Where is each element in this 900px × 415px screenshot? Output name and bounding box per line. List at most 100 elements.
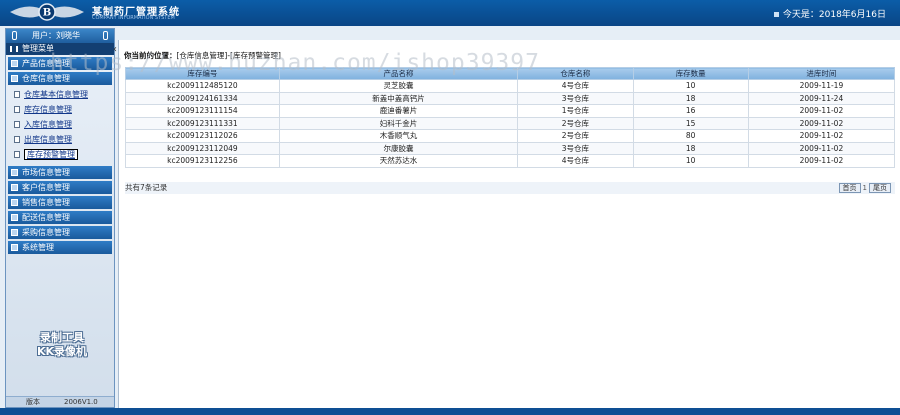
folder-icon (11, 244, 18, 251)
table-cell: 木香顺气丸 (278, 129, 519, 143)
table-cell: 2009-11-02 (747, 116, 896, 130)
table-cell: 3号仓库 (517, 141, 634, 155)
table-cell: kc2009123112256 (125, 154, 280, 168)
user-bar: 用户：刘晓华 (6, 29, 114, 43)
sidebar: 用户：刘晓华 管理菜单 产品信息管理 仓库信息管理 仓库基本信息管理 库存信息管… (5, 28, 115, 408)
table-cell: 2009-11-02 (747, 104, 896, 118)
pin-icon (12, 31, 17, 40)
folder-icon (11, 229, 18, 236)
folder-icon (11, 169, 18, 176)
menu-category-delivery[interactable]: 配送信息管理 (8, 211, 112, 224)
table-row: kc2009123111331 妇科千金片 2号仓库 15 2009-11-02 (125, 116, 896, 130)
table-cell: 15 (632, 116, 749, 130)
table-cell: 3号仓库 (517, 91, 634, 105)
header-bar: B 某制药厂管理系统 COMPANY INFORMATION SYSTEM 今天… (0, 0, 900, 26)
stock-warning-table: 库存编号 产品名称 仓库名称 库存数量 进库时间 kc2009112485120… (125, 67, 896, 168)
menu-category-label: 客户信息管理 (22, 183, 70, 192)
recorder-watermark-stamp: 录制工具 KK录像机 (24, 331, 100, 359)
table-cell: 18 (632, 91, 749, 105)
folder-icon (11, 199, 18, 206)
page-number[interactable]: 1 (863, 184, 867, 192)
menu-category-customer[interactable]: 客户信息管理 (8, 181, 112, 194)
menu-category-label: 市场信息管理 (22, 168, 70, 177)
document-icon (14, 136, 20, 143)
version-footer: 版本 2006V1.0 (6, 396, 114, 407)
table-cell: kc2009123111154 (125, 104, 280, 118)
folder-icon (11, 214, 18, 221)
table-row: kc2009123112026 木香顺气丸 2号仓库 80 2009-11-02 (125, 129, 896, 143)
table-row: kc2009112485120 灵芝胶囊 4号仓库 10 2009-11-19 (125, 79, 896, 93)
stamp-line: KK录像机 (36, 345, 88, 358)
table-cell: 80 (632, 129, 749, 143)
table-cell: kc2009123112049 (125, 141, 280, 155)
submenu-warehouse: 仓库基本信息管理 库存信息管理 入库信息管理 出库信息管理 库存预警管理 (6, 85, 114, 164)
submenu-item-stock-in[interactable]: 入库信息管理 (10, 117, 114, 132)
user-label: 用户：刘晓华 (32, 31, 80, 40)
submenu-label: 入库信息管理 (24, 120, 72, 129)
submenu-item-warehouse-basic[interactable]: 仓库基本信息管理 (10, 87, 114, 102)
table-cell: 新盖中盖高钙片 (278, 91, 519, 105)
submenu-item-stock[interactable]: 库存信息管理 (10, 102, 114, 117)
site-watermark: https://www.huzhan.com/ishop39397 (50, 50, 540, 76)
menu-category-system[interactable]: 系统管理 (8, 241, 112, 254)
table-cell: kc2009112485120 (125, 79, 280, 93)
svg-text:B: B (43, 8, 51, 19)
version-value: 2006V1.0 (64, 398, 98, 406)
bentley-logo-icon: B (10, 3, 84, 21)
table-cell: 天然苏达水 (278, 154, 519, 168)
pager: 首页 1 尾页 (837, 182, 891, 194)
column-header: 库存数量 (632, 67, 749, 80)
submenu-label: 出库信息管理 (24, 135, 72, 144)
date-text: 今天是：2018年6月16日 (782, 10, 886, 20)
table-cell: kc2009124161334 (125, 91, 280, 105)
document-icon (14, 91, 20, 98)
folder-icon (11, 184, 18, 191)
column-header: 进库时间 (747, 67, 896, 80)
table-cell: 10 (632, 154, 749, 168)
submenu-item-stock-warning[interactable]: 库存预警管理 (10, 147, 114, 162)
table-cell: 10 (632, 79, 749, 93)
record-count: 共有7条记录 (125, 183, 168, 192)
first-page-button[interactable]: 首页 (838, 183, 861, 193)
version-label: 版本 (26, 398, 40, 406)
submenu-label: 库存预警管理 (24, 149, 78, 160)
document-icon (14, 106, 20, 113)
folder-icon (11, 60, 18, 67)
pin-icon (103, 31, 108, 40)
menu-category-market[interactable]: 市场信息管理 (8, 166, 112, 179)
stamp-line: 录制工具 (40, 331, 84, 344)
table-cell: 鹿迪番薯片 (278, 104, 519, 118)
table-cell: 1号仓库 (517, 104, 634, 118)
submenu-item-stock-out[interactable]: 出库信息管理 (10, 132, 114, 147)
system-subtitle: COMPANY INFORMATION SYSTEM (92, 15, 175, 21)
submenu-label: 库存信息管理 (24, 105, 72, 114)
menu-category-label: 系统管理 (22, 243, 54, 252)
last-page-button[interactable]: 尾页 (869, 183, 891, 193)
menu-category-sales[interactable]: 销售信息管理 (8, 196, 112, 209)
table-cell: 2009-11-19 (747, 79, 896, 93)
table-cell: 18 (632, 141, 749, 155)
table-cell: kc2009123111331 (125, 116, 280, 130)
menu-icon (10, 46, 18, 52)
table-cell: 4号仓库 (517, 154, 634, 168)
bullet-icon (773, 12, 779, 17)
table-cell: kc2009123112026 (125, 129, 280, 143)
document-icon (14, 151, 20, 158)
table-cell: 2009-11-02 (747, 154, 896, 168)
table-cell: 2号仓库 (517, 129, 634, 143)
table-cell: 2号仓库 (517, 116, 634, 130)
table-cell: 4号仓库 (517, 79, 634, 93)
menu-category-purchase[interactable]: 采购信息管理 (8, 226, 112, 239)
folder-icon (11, 75, 18, 82)
menu-category-label: 采购信息管理 (22, 228, 70, 237)
date-display: 今天是：2018年6月16日 (773, 7, 886, 20)
table-cell: 16 (632, 104, 749, 118)
table-cell: 妇科千金片 (278, 116, 519, 130)
table-row: kc2009124161334 新盖中盖高钙片 3号仓库 18 2009-11-24 (125, 91, 896, 105)
table-cell: 2009-11-24 (747, 91, 896, 105)
table-cell: 2009-11-02 (747, 129, 896, 143)
table-row: kc2009123111154 鹿迪番薯片 1号仓库 16 2009-11-02 (125, 104, 896, 118)
bottom-bar (0, 408, 900, 415)
table-row: kc2009123112049 尔康胶囊 3号仓库 18 2009-11-02 (125, 141, 896, 155)
table-footer: 共有7条记录 首页 1 尾页 (125, 182, 895, 194)
